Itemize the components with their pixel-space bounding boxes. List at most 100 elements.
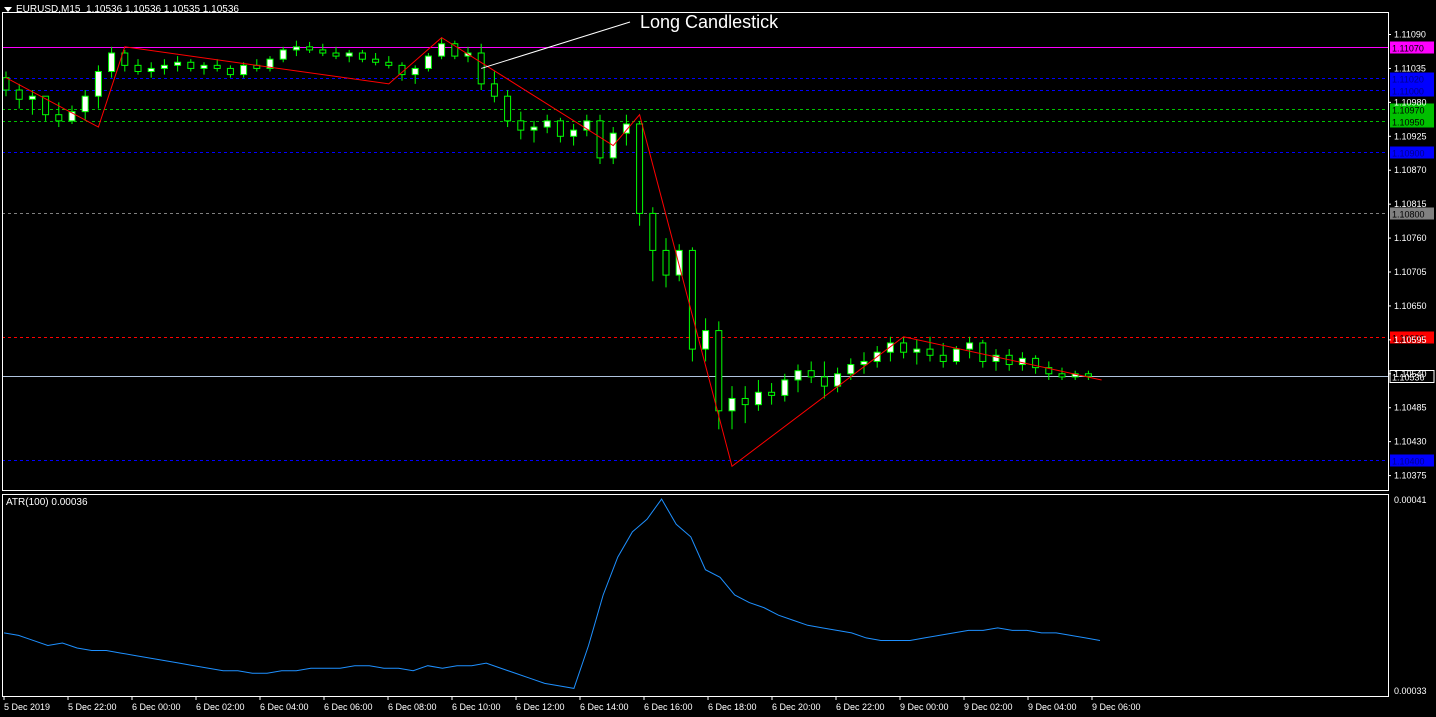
level-label: 1.10800 (1392, 210, 1425, 220)
price-tick-label: 1.10650 (1394, 301, 1427, 311)
atr-label: ATR(100) 0.00036 (6, 497, 88, 508)
candle-body (794, 370, 802, 381)
candle-body (187, 61, 195, 69)
time-tick-label: 9 Dec 06:00 (1092, 702, 1141, 712)
time-tick-label: 9 Dec 02:00 (964, 702, 1013, 712)
candle-body (438, 43, 446, 57)
candle-body (345, 52, 353, 57)
candle-body (781, 379, 789, 396)
symbol-label: EURUSD,M15 (16, 4, 81, 15)
candle-body (1058, 373, 1066, 378)
atr-axis-bottom: 0.00033 (1394, 686, 1427, 696)
candle-body (15, 89, 23, 100)
price-tick-label: 1.10540 (1394, 369, 1427, 379)
time-tick-label: 6 Dec 16:00 (644, 702, 693, 712)
candle-body (820, 376, 828, 387)
candle-body (332, 52, 340, 57)
time-tick-label: 6 Dec 10:00 (452, 702, 501, 712)
candle-body (504, 95, 512, 122)
price-tick-label: 1.11035 (1394, 63, 1426, 73)
candle-body (121, 52, 129, 66)
candle-body (979, 342, 987, 362)
candle-body (200, 64, 208, 69)
candle-body (490, 83, 498, 97)
time-tick-label: 6 Dec 14:00 (580, 702, 629, 712)
candle-body (860, 360, 868, 366)
candle-body (913, 348, 921, 353)
level-label: 1.10900 (1392, 149, 1425, 159)
price-tick-label: 1.10375 (1394, 471, 1427, 481)
candle-body (213, 64, 221, 69)
candle-body (675, 249, 683, 276)
price-tick-label: 1.10595 (1394, 335, 1427, 345)
level-label: 1.10950 (1392, 118, 1425, 128)
price-tick-label: 1.10760 (1394, 233, 1427, 243)
price-tick-label: 1.10485 (1394, 403, 1427, 413)
price-tick-label: 1.11090 (1394, 30, 1426, 40)
candle-body (847, 364, 855, 375)
candle-body (279, 49, 287, 60)
candle-body (570, 129, 578, 137)
candle-body (306, 46, 314, 51)
candle-body (358, 52, 366, 60)
candle-body (226, 67, 234, 76)
candle-body (94, 71, 102, 97)
level-label: 1.11000 (1392, 87, 1424, 97)
candle-body (556, 120, 564, 137)
time-tick-label: 9 Dec 00:00 (900, 702, 949, 712)
candle-body (966, 342, 974, 350)
candle-body (319, 49, 327, 54)
price-tick-label: 1.10815 (1394, 199, 1427, 209)
price-tick-label: 1.10705 (1394, 267, 1427, 277)
candle-body (728, 397, 736, 412)
long-candlestick-annotation[interactable]: Long Candlestick (640, 12, 778, 33)
ohlc-label: 1.10536 1.10536 1.10535 1.10536 (86, 4, 239, 15)
time-tick-label: 6 Dec 04:00 (260, 702, 309, 712)
candle-body (807, 370, 815, 378)
time-tick-label: 6 Dec 00:00 (132, 702, 181, 712)
time-tick-label: 6 Dec 12:00 (516, 702, 565, 712)
annotation-text: Long Candlestick (640, 12, 779, 32)
candle-body (768, 391, 776, 396)
candle-body (952, 348, 960, 362)
candle-body (2, 77, 10, 91)
candle-body (517, 120, 525, 131)
candle-body (1084, 373, 1092, 377)
candle-body (292, 46, 300, 51)
time-tick-label: 6 Dec 18:00 (708, 702, 757, 712)
candle-body (649, 212, 657, 251)
candle-body (688, 249, 696, 350)
time-tick-label: 5 Dec 2019 (4, 702, 50, 712)
candle-body (108, 52, 116, 73)
price-tick-label: 1.10870 (1394, 165, 1427, 175)
candle-body (926, 348, 934, 356)
atr-header: ATR(100) 0.00036 (6, 497, 88, 508)
level-label: 1.11020 (1392, 75, 1424, 85)
candle-body (754, 391, 762, 406)
candle-body (530, 126, 538, 131)
candle-body (636, 123, 644, 214)
price-tick-label: 1.10980 (1394, 97, 1427, 107)
candle-body (543, 120, 551, 128)
candle-body (174, 61, 182, 66)
candle-body (240, 64, 248, 76)
time-tick-label: 5 Dec 22:00 (68, 702, 117, 712)
time-tick-label: 6 Dec 08:00 (388, 702, 437, 712)
chart-header: EURUSD,M15 1.10536 1.10536 1.10535 1.105… (4, 4, 239, 15)
price-tick-label: 1.10430 (1394, 437, 1427, 447)
candle-body (411, 67, 419, 76)
candle-body (372, 58, 380, 63)
candle-body (134, 64, 142, 73)
menu-triangle-icon[interactable] (4, 6, 12, 12)
candle-body (160, 64, 168, 69)
time-tick-label: 6 Dec 20:00 (772, 702, 821, 712)
candle-body (834, 373, 842, 387)
candle-body (55, 114, 63, 122)
time-tick-label: 6 Dec 22:00 (836, 702, 885, 712)
candle-body (385, 61, 393, 66)
level-label: 1.10400 (1392, 457, 1425, 467)
candle-body (715, 330, 723, 412)
time-tick-label: 6 Dec 02:00 (196, 702, 245, 712)
candle-body (662, 249, 670, 276)
time-tick-label: 6 Dec 06:00 (324, 702, 373, 712)
